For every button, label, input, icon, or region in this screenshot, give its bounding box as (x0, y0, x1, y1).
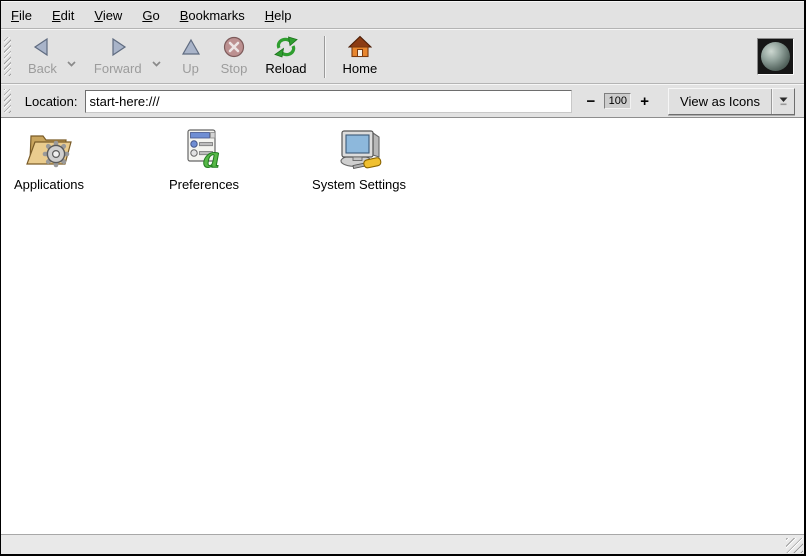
menu-go[interactable]: Go (132, 4, 169, 27)
reload-icon (273, 35, 299, 59)
back-history-dropdown[interactable] (66, 60, 77, 68)
menu-file[interactable]: File (1, 4, 42, 27)
view-as-arrow-icon[interactable] (773, 96, 794, 106)
system-settings-label: System Settings (312, 177, 406, 192)
menu-bookmarks-rest: ookmarks (188, 8, 244, 23)
menu-help-mnemonic: H (265, 8, 274, 23)
home-button[interactable]: Home (334, 32, 387, 81)
status-bar (1, 534, 804, 554)
location-label: Location: (25, 94, 78, 109)
applications-folder-icon (23, 127, 75, 174)
forward-button[interactable]: Forward (85, 32, 151, 81)
throbber-indicator (757, 38, 794, 75)
menu-edit[interactable]: Edit (42, 4, 84, 27)
view-as-dropdown[interactable]: View as Icons (668, 88, 795, 115)
nautilus-window: File Edit View Go Bookmarks Help Back Fo… (0, 0, 806, 556)
tool-bar: Back Forward Up (1, 29, 804, 84)
stop-button-label: Stop (221, 62, 248, 76)
menu-go-mnemonic: G (142, 8, 152, 23)
zoom-level-indicator: 100 (604, 93, 631, 109)
home-button-label: Home (343, 62, 378, 76)
menu-view-rest: iew (103, 8, 123, 23)
up-button[interactable]: Up (170, 32, 212, 81)
resize-grip-handle[interactable] (786, 538, 803, 553)
stop-button[interactable]: Stop (212, 32, 257, 81)
menu-help[interactable]: Help (255, 4, 302, 27)
back-button[interactable]: Back (19, 32, 66, 81)
menu-go-rest: o (152, 8, 159, 23)
throbber-sphere-icon (761, 42, 790, 71)
back-icon (30, 35, 54, 59)
system-settings-monitor-icon (331, 127, 387, 174)
icon-system-settings[interactable]: System Settings (294, 127, 424, 192)
menu-edit-mnemonic: E (52, 8, 61, 23)
svg-text:a: a (203, 143, 221, 171)
toolbar-spacer (386, 32, 757, 81)
icon-view-pane[interactable]: Applications a Preferences (1, 117, 804, 534)
menu-view[interactable]: View (84, 4, 132, 27)
toolbar-separator (324, 36, 326, 78)
view-as-label: View as Icons (669, 94, 771, 109)
preferences-label: Preferences (169, 177, 239, 192)
locationbar-grip-handle[interactable] (4, 89, 11, 112)
up-icon (179, 35, 203, 59)
location-input[interactable] (85, 90, 572, 113)
home-icon (348, 35, 372, 59)
location-bar: Location: − 100 + View as Icons (1, 84, 804, 117)
applications-label: Applications (14, 177, 84, 192)
zoom-out-button[interactable]: − (582, 93, 601, 110)
reload-button[interactable]: Reload (256, 32, 315, 81)
menu-view-mnemonic: V (94, 8, 102, 23)
forward-button-label: Forward (94, 62, 142, 76)
up-button-label: Up (182, 62, 199, 76)
icon-preferences[interactable]: a Preferences (144, 127, 264, 192)
zoom-in-button[interactable]: + (635, 93, 654, 110)
stop-icon (222, 35, 246, 59)
menu-file-mnemonic: F (11, 8, 19, 23)
back-button-label: Back (28, 62, 57, 76)
toolbar-grip-handle[interactable] (4, 37, 11, 76)
icon-applications[interactable]: Applications (1, 127, 97, 192)
menu-file-rest: ile (19, 8, 32, 23)
preferences-capplet-icon: a (181, 127, 227, 174)
reload-button-label: Reload (265, 62, 306, 76)
menu-edit-rest: dit (61, 8, 75, 23)
menu-help-rest: elp (274, 8, 291, 23)
menu-bookmarks[interactable]: Bookmarks (170, 4, 255, 27)
menu-bar: File Edit View Go Bookmarks Help (1, 1, 804, 29)
forward-icon (106, 35, 130, 59)
forward-history-dropdown[interactable] (151, 60, 162, 68)
